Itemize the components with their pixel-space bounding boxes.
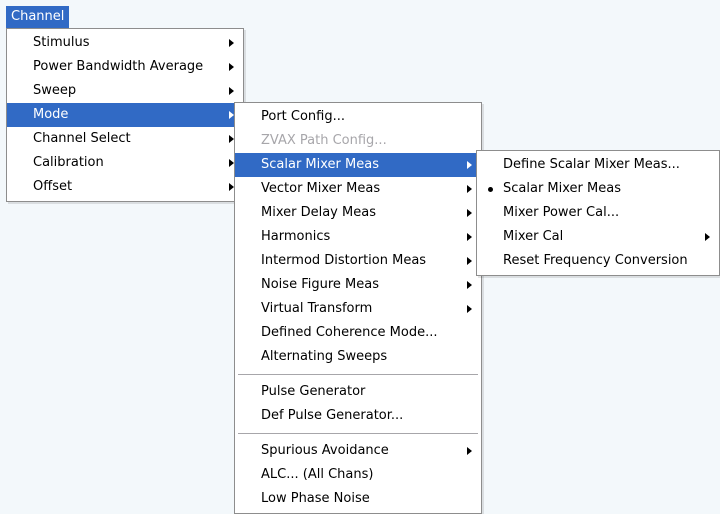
menu-item-label: Pulse Generator — [261, 384, 366, 399]
menu-item-label: Offset — [33, 179, 73, 194]
menu-item-offset[interactable]: Offset — [7, 175, 243, 199]
menu-item-intermod-distortion-meas[interactable]: Intermod Distortion Meas — [235, 249, 481, 273]
menu-item-label: Harmonics — [261, 229, 331, 244]
menu-item-label: Vector Mixer Meas — [261, 181, 381, 196]
menu-item-label: Alternating Sweeps — [261, 349, 388, 364]
menu-item-spurious-avoidance[interactable]: Spurious Avoidance — [235, 439, 481, 463]
chevron-right-icon — [229, 39, 234, 47]
menu-item-label: Sweep — [33, 83, 77, 98]
menu-separator — [238, 374, 478, 375]
menu-item-scalar-mixer-meas[interactable]: Scalar Mixer Meas — [235, 153, 481, 177]
menu-item-noise-figure-meas[interactable]: Noise Figure Meas — [235, 273, 481, 297]
menu-item-label: Mode — [33, 107, 69, 122]
menu-item-label: Def Pulse Generator... — [261, 408, 404, 423]
menu-separator — [238, 433, 478, 434]
menu-item-stimulus[interactable]: Stimulus — [7, 31, 243, 55]
menu-item-label: Intermod Distortion Meas — [261, 253, 427, 268]
menu-item-label: Reset Frequency Conversion — [503, 253, 688, 268]
bullet-icon — [488, 187, 493, 192]
menu-item-label: Calibration — [33, 155, 104, 170]
menu-item-label: ALC... (All Chans) — [261, 467, 374, 482]
menu-item-label: Define Scalar Mixer Meas... — [503, 157, 680, 172]
chevron-right-icon — [467, 161, 472, 169]
menu-item-label: ZVAX Path Config... — [261, 133, 387, 148]
menu-item-virtual-transform[interactable]: Virtual Transform — [235, 297, 481, 321]
menu-item-label: Virtual Transform — [261, 301, 373, 316]
menu-item-power-bandwidth-average[interactable]: Power Bandwidth Average — [7, 55, 243, 79]
chevron-right-icon — [229, 63, 234, 71]
menu-channel-title[interactable]: Channel — [6, 6, 70, 28]
chevron-right-icon — [467, 257, 472, 265]
channel-menu: Stimulus Power Bandwidth Average Sweep M… — [6, 28, 244, 202]
menu-item-define-scalar-mixer-meas[interactable]: Define Scalar Mixer Meas... — [477, 153, 719, 177]
menu-item-zvax-path-config: ZVAX Path Config... — [235, 129, 481, 153]
menu-item-label: Scalar Mixer Meas — [503, 181, 621, 196]
menu-item-low-phase-noise[interactable]: Low Phase Noise — [235, 487, 481, 511]
chevron-right-icon — [467, 209, 472, 217]
menu-item-label: Power Bandwidth Average — [33, 59, 204, 74]
menu-item-label: Port Config... — [261, 109, 346, 124]
chevron-right-icon — [467, 305, 472, 313]
menu-item-vector-mixer-meas[interactable]: Vector Mixer Meas — [235, 177, 481, 201]
menu-item-label: Mixer Delay Meas — [261, 205, 376, 220]
scalar-mixer-submenu: Define Scalar Mixer Meas... Scalar Mixer… — [476, 150, 720, 276]
menu-item-alc-all-chans[interactable]: ALC... (All Chans) — [235, 463, 481, 487]
chevron-right-icon — [467, 233, 472, 241]
chevron-right-icon — [467, 281, 472, 289]
menu-item-label: Spurious Avoidance — [261, 443, 389, 458]
menu-item-label: Noise Figure Meas — [261, 277, 379, 292]
menu-item-channel-select[interactable]: Channel Select — [7, 127, 243, 151]
chevron-right-icon — [229, 87, 234, 95]
menu-item-label: Mixer Cal — [503, 229, 564, 244]
chevron-right-icon — [705, 233, 710, 241]
menu-item-scalar-mixer-meas-toggle[interactable]: Scalar Mixer Meas — [477, 177, 719, 201]
menu-item-defined-coherence-mode[interactable]: Defined Coherence Mode... — [235, 321, 481, 345]
menu-item-reset-frequency-conversion[interactable]: Reset Frequency Conversion — [477, 249, 719, 273]
chevron-right-icon — [467, 185, 472, 193]
menu-item-calibration[interactable]: Calibration — [7, 151, 243, 175]
menu-item-mixer-cal[interactable]: Mixer Cal — [477, 225, 719, 249]
menu-item-mixer-delay-meas[interactable]: Mixer Delay Meas — [235, 201, 481, 225]
menu-item-label: Mixer Power Cal... — [503, 205, 620, 220]
menu-item-harmonics[interactable]: Harmonics — [235, 225, 481, 249]
menu-item-mode[interactable]: Mode — [7, 103, 243, 127]
menu-item-label: Stimulus — [33, 35, 90, 50]
menu-item-label: Channel Select — [33, 131, 131, 146]
menu-item-label: Scalar Mixer Meas — [261, 157, 379, 172]
menu-item-def-pulse-generator[interactable]: Def Pulse Generator... — [235, 404, 481, 428]
menu-item-pulse-generator[interactable]: Pulse Generator — [235, 380, 481, 404]
chevron-right-icon — [467, 447, 472, 455]
menu-item-label: Defined Coherence Mode... — [261, 325, 438, 340]
mode-submenu: Port Config... ZVAX Path Config... Scala… — [234, 102, 482, 514]
menu-item-sweep[interactable]: Sweep — [7, 79, 243, 103]
menu-item-alternating-sweeps[interactable]: Alternating Sweeps — [235, 345, 481, 369]
menu-item-label: Low Phase Noise — [261, 491, 370, 506]
menu-item-port-config[interactable]: Port Config... — [235, 105, 481, 129]
menu-item-mixer-power-cal[interactable]: Mixer Power Cal... — [477, 201, 719, 225]
